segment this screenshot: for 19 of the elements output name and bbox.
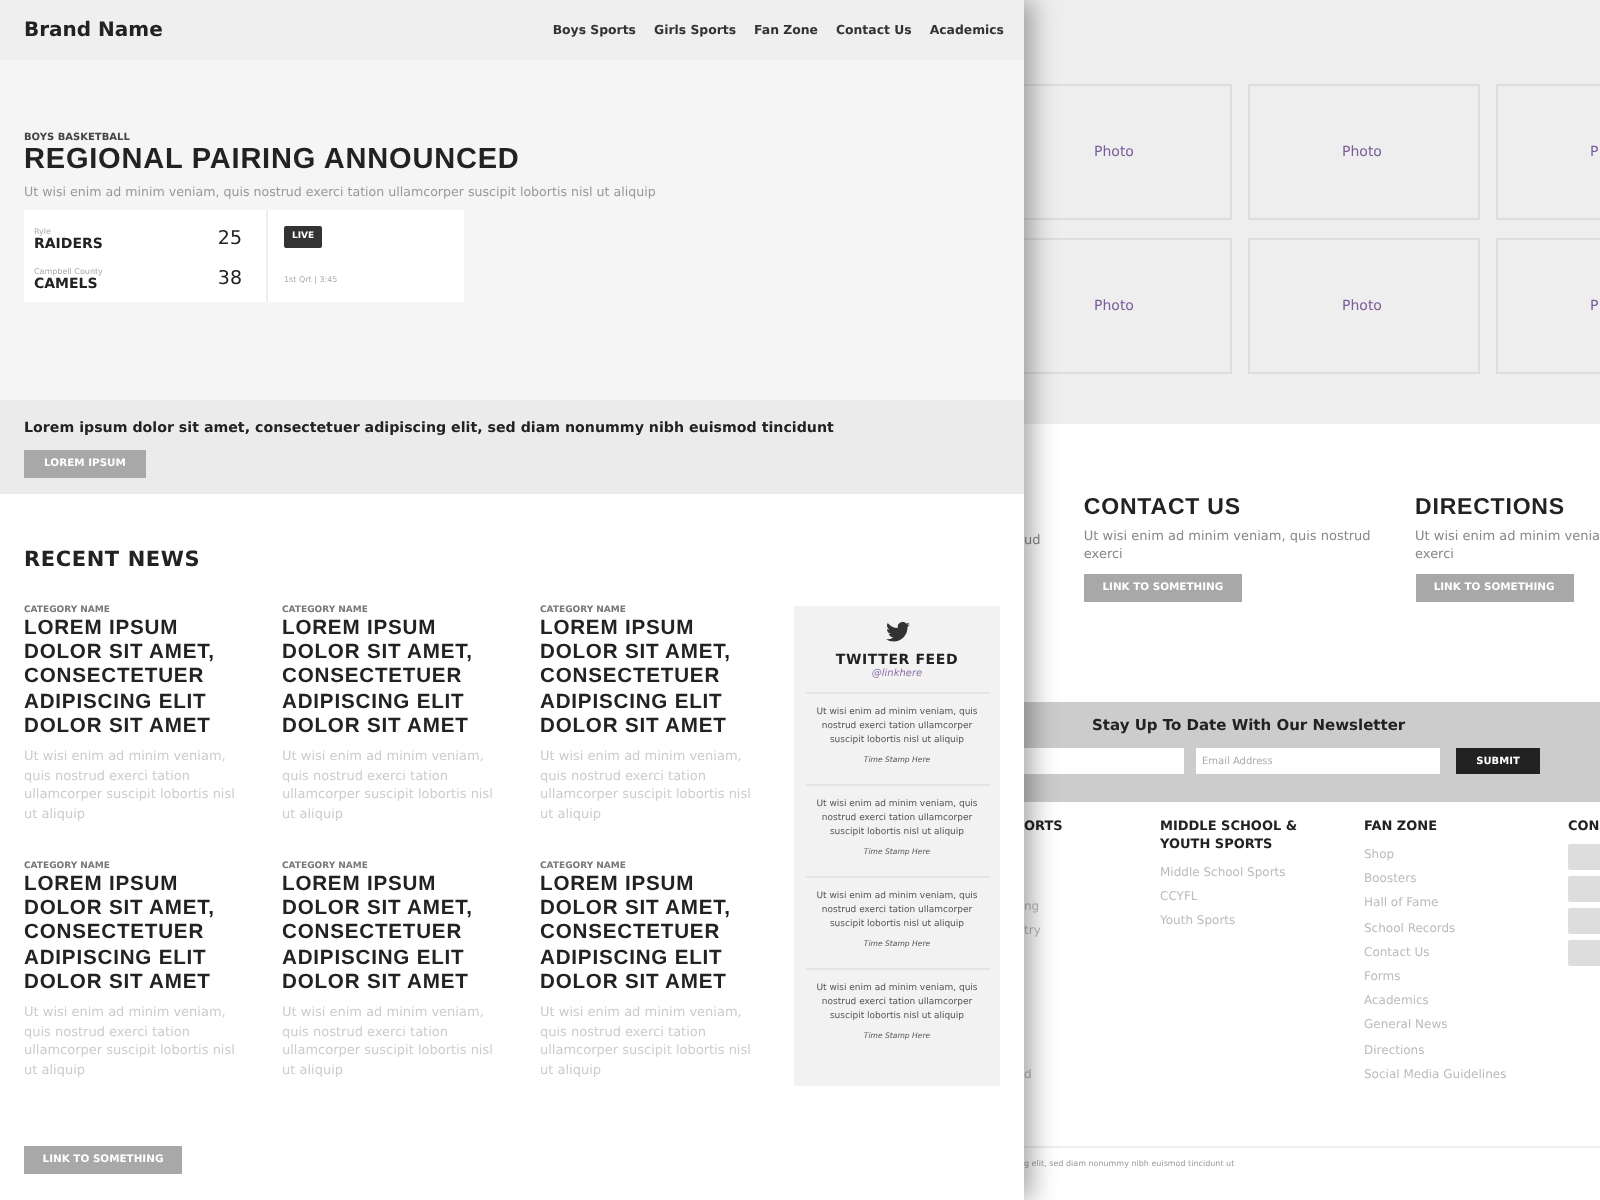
social-button[interactable] [1568, 844, 1600, 870]
article-headline[interactable]: LOREM IPSUM DOLOR SIT AMET, CONSECTETUER ADIPISCING ELIT DOLOR SIT AMET [540, 874, 756, 997]
hero-title: REGIONAL PAIRING ANNOUNCED [24, 144, 522, 178]
article-headline[interactable]: LOREM IPSUM DOLOR SIT AMET, CONSECTETUER ADIPISCING ELIT DOLOR SIT AMET [282, 618, 498, 741]
name-field[interactable] [1024, 748, 1184, 774]
article-headline[interactable]: LOREM IPSUM DOLOR SIT AMET, CONSECTETUER ADIPISCING ELIT DOLOR SIT AMET [24, 618, 240, 741]
brand-name[interactable]: Brand Name [24, 19, 163, 41]
bird-icon [885, 622, 909, 642]
social-button[interactable] [1568, 876, 1600, 902]
team-score: 25 [217, 227, 242, 249]
info-heading: CONTACT US [1083, 496, 1243, 520]
article-headline[interactable]: LOREM IPSUM DOLOR SIT AMET, CONSECTETUER ADIPISCING ELIT DOLOR SIT AMET [24, 874, 240, 997]
team-score: 38 [217, 267, 242, 289]
social-button[interactable] [1568, 940, 1600, 966]
social-button[interactable] [1568, 908, 1600, 934]
article-headline[interactable]: LOREM IPSUM DOLOR SIT AMET, CONSECTETUER ADIPISCING ELIT DOLOR SIT AMET [540, 618, 756, 741]
section-title: RECENT NEWS [24, 548, 203, 572]
info-heading: DIRECTIONS [1415, 496, 1567, 520]
article-headline[interactable]: LOREM IPSUM DOLOR SIT AMET, CONSECTETUER ADIPISCING ELIT DOLOR SIT AMET [282, 874, 498, 997]
